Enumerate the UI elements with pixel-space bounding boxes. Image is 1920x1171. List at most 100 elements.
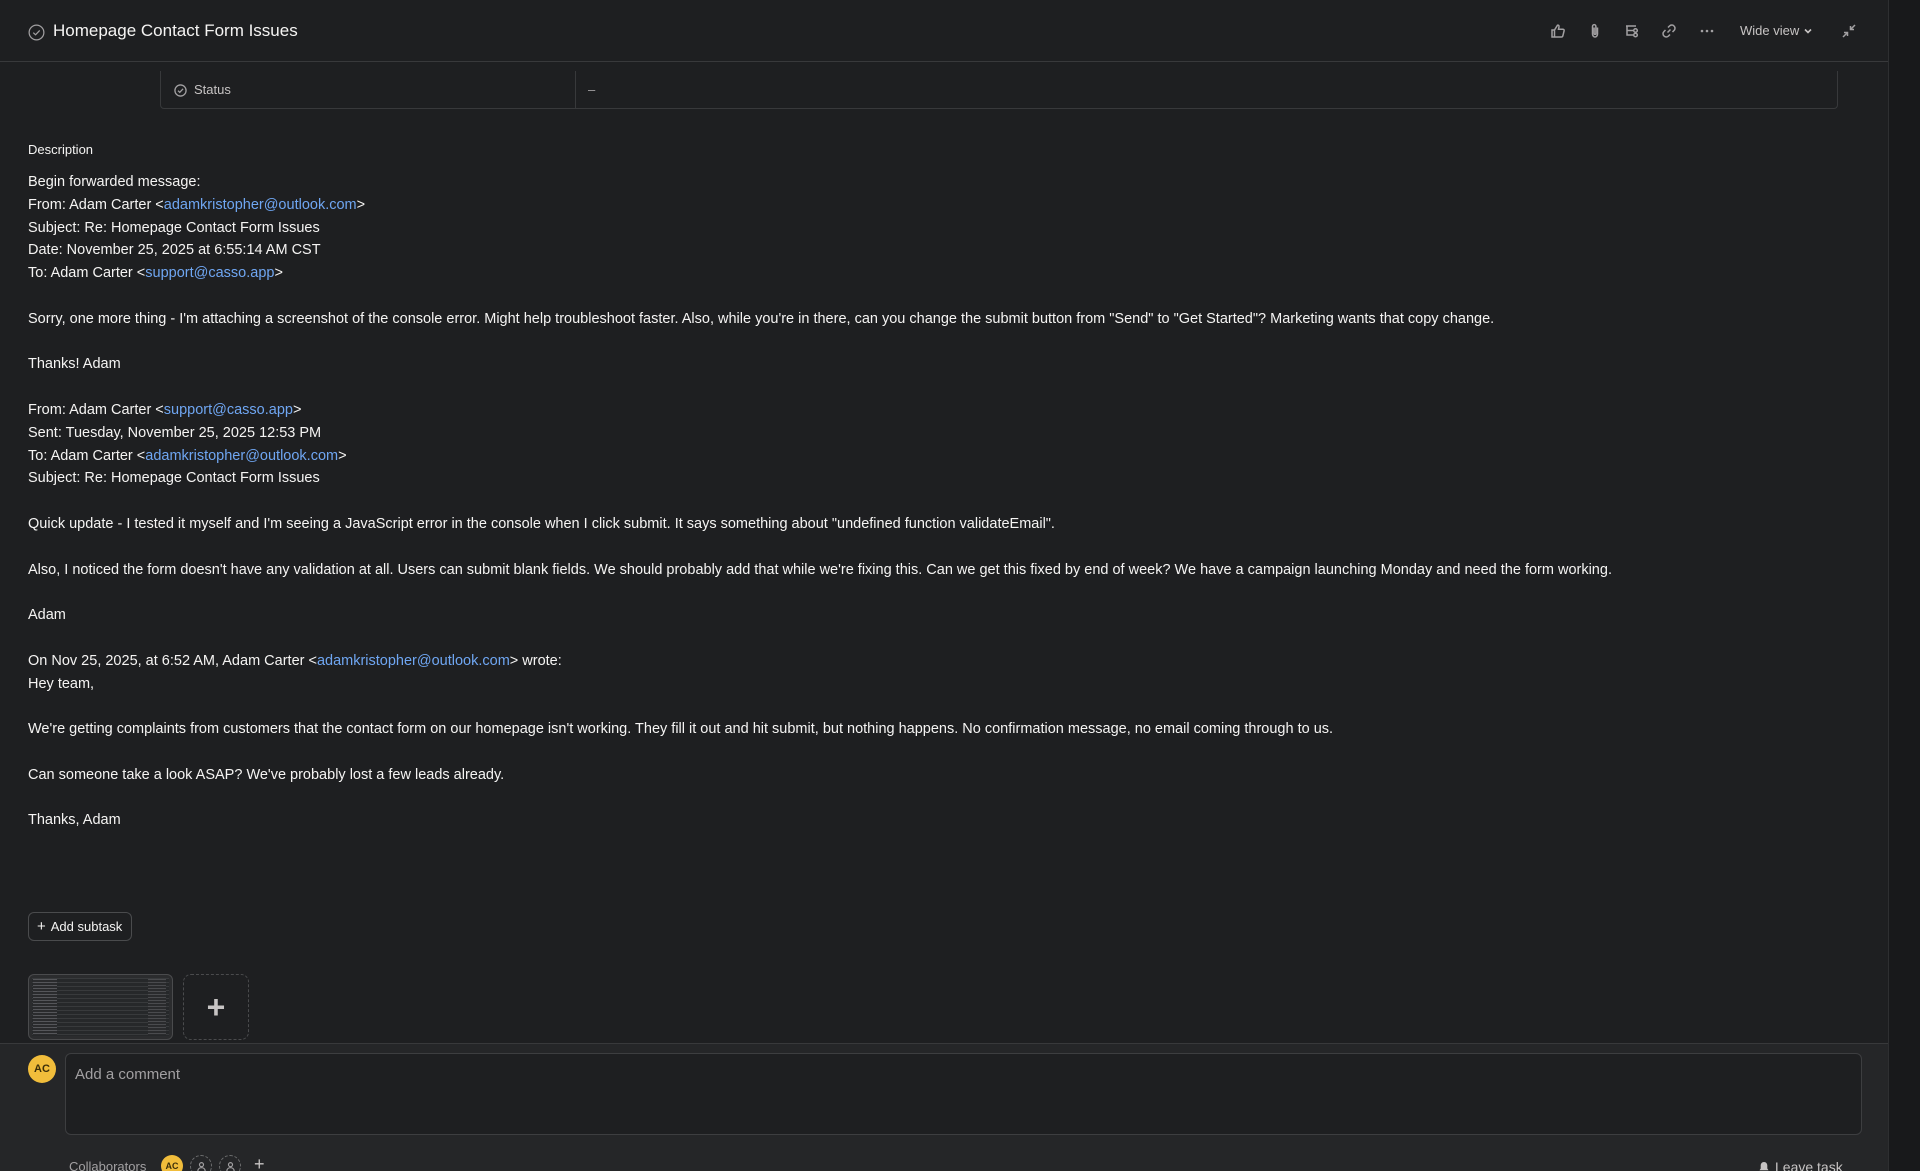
attachment-preview-column — [148, 979, 166, 1035]
description-text: From: Adam Carter < — [28, 196, 164, 213]
check-circle-icon[interactable] — [28, 24, 45, 41]
subtask-icon[interactable] — [1623, 22, 1641, 40]
collaborator-avatar[interactable]: AC — [161, 1155, 183, 1171]
avatar: AC — [28, 1055, 56, 1083]
description-text: Thanks! Adam — [28, 356, 121, 373]
status-label: Status — [194, 82, 231, 97]
user-icon — [196, 1161, 206, 1171]
attachment-thumbnail[interactable] — [28, 974, 173, 1040]
description-body[interactable]: Begin forwarded message: From: Adam Carte… — [28, 171, 1848, 832]
chevron-down-icon — [1804, 28, 1812, 34]
more-icon[interactable] — [1698, 22, 1716, 40]
add-subtask-label: Add subtask — [50, 919, 123, 934]
description-blank-line — [28, 536, 1848, 559]
description-text: Subject: Re: Homepage Contact Form Issue… — [28, 219, 320, 236]
bell-icon — [1759, 1162, 1769, 1171]
description-blank-line — [28, 695, 1848, 718]
status-value[interactable]: – — [588, 82, 595, 97]
description-line: We're getting complaints from customers … — [28, 718, 1848, 741]
collaborator-placeholder[interactable] — [219, 1155, 241, 1171]
description-line: From: Adam Carter <support@casso.app> — [28, 399, 1848, 422]
description-text: To: Adam Carter < — [28, 447, 146, 464]
description-line: Hey team, — [28, 673, 1848, 696]
description-text: On Nov 25, 2025, at 6:52 AM, Adam Carter… — [28, 652, 317, 669]
collapse-icon[interactable] — [1840, 22, 1858, 40]
description-text: > — [292, 401, 302, 418]
description-blank-line — [28, 627, 1848, 650]
description-line: Subject: Re: Homepage Contact Form Issue… — [28, 467, 1848, 490]
status-icon — [174, 84, 187, 97]
description-text: Begin forwarded message: — [28, 174, 201, 190]
right-gutter — [1888, 0, 1920, 1171]
description-label: Description — [28, 142, 94, 157]
link-icon[interactable] — [1660, 22, 1678, 40]
task-detail-panel: Homepage Contact Form Issues Wide view S… — [0, 0, 1888, 1171]
task-title[interactable]: Homepage Contact Form Issues — [53, 21, 298, 41]
add-collaborator-button[interactable]: + — [254, 1154, 265, 1171]
plus-icon: + — [206, 989, 226, 1025]
leave-task-label: Leave task — [1775, 1159, 1843, 1171]
leave-task-button[interactable]: Leave task — [1758, 1159, 1843, 1171]
description-line: Sent: Tuesday, November 25, 2025 12:53 P… — [28, 422, 1848, 445]
description-line: Thanks! Adam — [28, 353, 1848, 376]
description-text: > — [338, 447, 347, 464]
description-line: Also, I noticed the form doesn't have an… — [28, 559, 1848, 582]
description-blank-line — [28, 490, 1848, 513]
description-line: Date: November 25, 2025 at 6:55:14 AM CS… — [28, 239, 1848, 262]
description-blank-line — [28, 285, 1848, 308]
description-blank-line — [28, 787, 1848, 810]
collaborators-label: Collaborators — [69, 1159, 147, 1171]
description-text: > wrote: — [509, 652, 562, 669]
description-line: Sorry, one more thing - I'm attaching a … — [28, 308, 1848, 331]
description-text: We're getting complaints from customers … — [28, 721, 1334, 738]
description-blank-line — [28, 741, 1848, 764]
description-line: From: Adam Carter <adamkristopher@outloo… — [28, 194, 1848, 217]
email-link[interactable]: support@casso.app — [164, 402, 293, 418]
description-text: Subject: Re: Homepage Contact Form Issue… — [28, 470, 320, 487]
plus-icon: + — [37, 918, 46, 935]
wide-view-dropdown[interactable]: Wide view — [1740, 23, 1813, 38]
email-link[interactable]: support@casso.app — [145, 265, 274, 281]
collaborator-placeholder[interactable] — [190, 1155, 212, 1171]
user-icon — [225, 1161, 235, 1171]
description-text: Hey team, — [28, 675, 95, 692]
description-line: Begin forwarded message: — [28, 171, 1848, 194]
description-line: To: Adam Carter <support@casso.app> — [28, 262, 1848, 285]
wide-view-label: Wide view — [1740, 23, 1800, 38]
description-text: Also, I noticed the form doesn't have an… — [28, 561, 1612, 578]
email-link[interactable]: adamkristopher@outlook.com — [317, 653, 510, 669]
description-line: Thanks, Adam — [28, 809, 1848, 832]
description-blank-line — [28, 376, 1848, 399]
description-text: Adam — [28, 607, 66, 624]
description-text: > — [274, 265, 283, 282]
description-text: Thanks, Adam — [28, 812, 121, 829]
email-link[interactable]: adamkristopher@outlook.com — [164, 197, 357, 213]
add-subtask-button[interactable]: + Add subtask — [28, 912, 133, 941]
description-text: Can someone take a look ASAP? We've prob… — [28, 766, 505, 783]
description-text: To: Adam Carter < — [28, 265, 146, 282]
description-text: Sorry, one more thing - I'm attaching a … — [28, 310, 1495, 327]
description-line: Adam — [28, 604, 1848, 627]
description-line: To: Adam Carter <adamkristopher@outlook.… — [28, 445, 1848, 468]
description-line: Can someone take a look ASAP? We've prob… — [28, 764, 1848, 787]
paperclip-icon[interactable] — [1586, 22, 1604, 40]
add-attachment-button[interactable]: + — [183, 974, 249, 1040]
description-text: From: Adam Carter < — [28, 401, 164, 418]
description-text: Sent: Tuesday, November 25, 2025 12:53 P… — [28, 424, 322, 441]
comment-input[interactable]: Add a comment — [65, 1053, 1862, 1135]
thumbs-up-icon[interactable] — [1549, 22, 1567, 40]
email-link[interactable]: adamkristopher@outlook.com — [145, 448, 338, 464]
description-blank-line — [28, 581, 1848, 604]
description-blank-line — [28, 331, 1848, 354]
description-line: Subject: Re: Homepage Contact Form Issue… — [28, 217, 1848, 240]
status-field-row: Status – — [160, 71, 1838, 109]
comment-section: AC Add a comment Collaborators AC + Leav… — [0, 1043, 1888, 1171]
description-text: > — [356, 196, 366, 213]
task-header: Homepage Contact Form Issues Wide view — [0, 0, 1888, 62]
attachment-preview-column — [33, 979, 57, 1035]
description-text: Quick update - I tested it myself and I'… — [28, 515, 1055, 532]
description-text: Date: November 25, 2025 at 6:55:14 AM CS… — [28, 242, 321, 259]
status-label-cell: Status — [161, 71, 576, 108]
description-line: Quick update - I tested it myself and I'… — [28, 513, 1848, 536]
description-line: On Nov 25, 2025, at 6:52 AM, Adam Carter… — [28, 650, 1848, 673]
